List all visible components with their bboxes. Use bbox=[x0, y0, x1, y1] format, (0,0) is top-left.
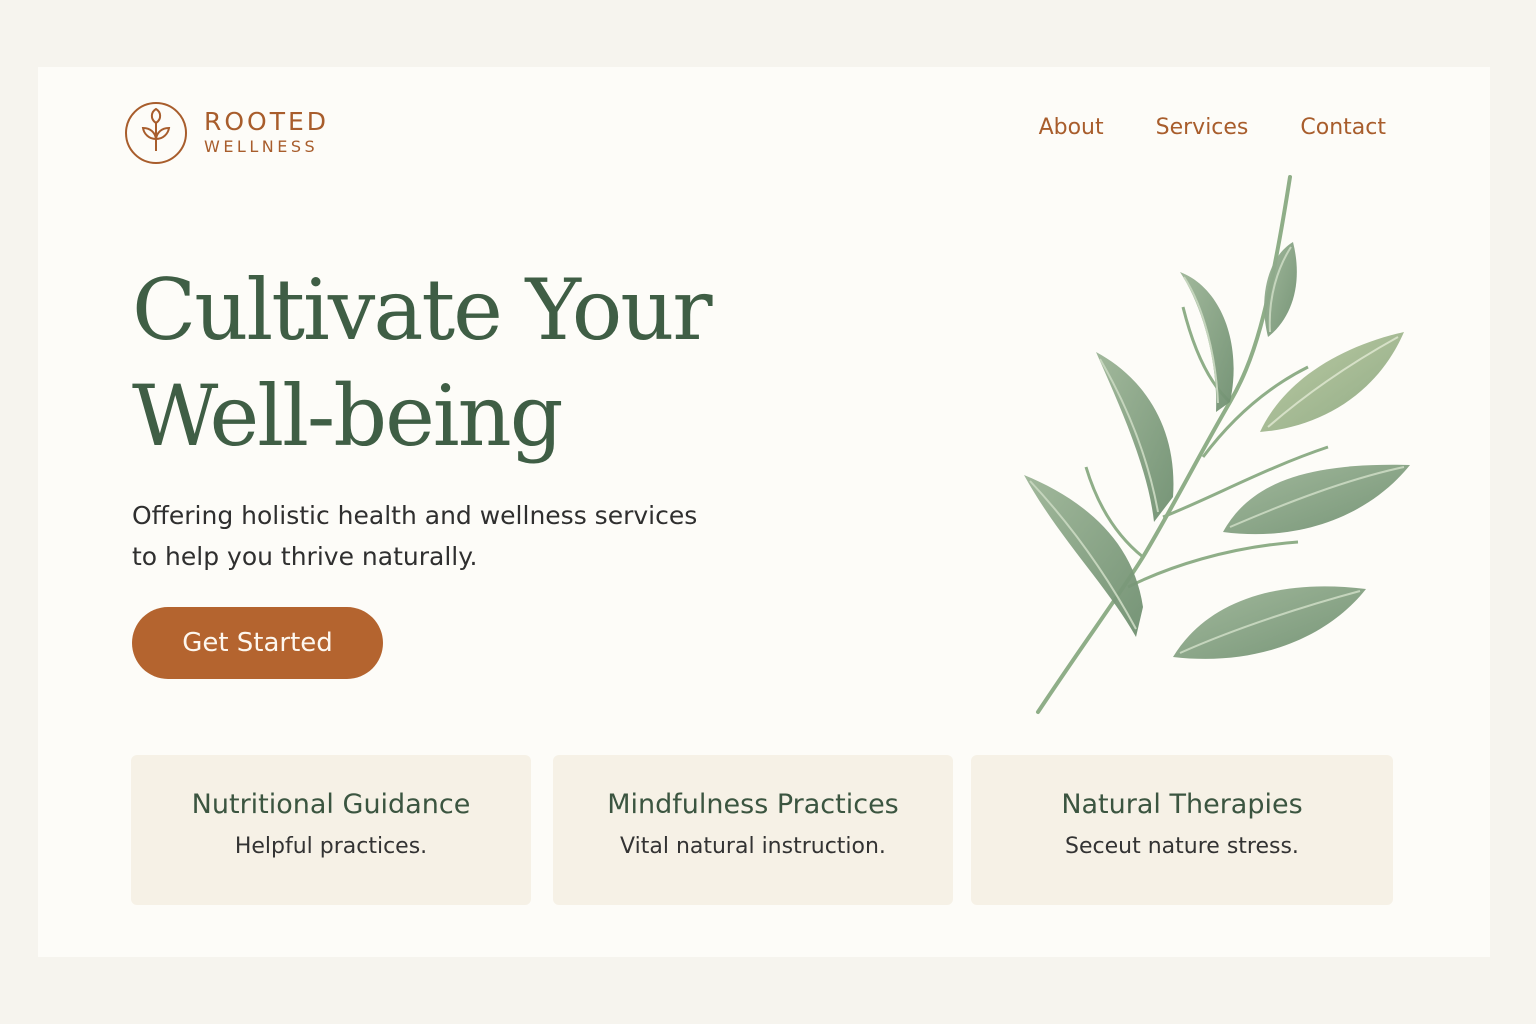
hero-subtitle: Offering holistic health and wellness se… bbox=[132, 495, 772, 577]
brand-name: ROOTED WELLNESS bbox=[204, 108, 329, 158]
service-card-description: Helpful practices. bbox=[234, 834, 428, 859]
service-card-natural-therapies[interactable]: Natural Therapies Seceut nature stress. bbox=[971, 755, 1393, 905]
hero-subtitle-line1: Offering holistic health and wellness se… bbox=[132, 501, 698, 530]
service-card-description: Seceut nature stress. bbox=[1065, 834, 1299, 859]
service-card-mindfulness-practices[interactable]: Mindfulness Practices Vital natural inst… bbox=[553, 755, 953, 905]
page: ROOTED WELLNESS About Services Contact C… bbox=[38, 67, 1490, 957]
sprout-icon bbox=[125, 102, 187, 164]
nav-services-link[interactable]: Services bbox=[1156, 115, 1249, 140]
leaf-branch-icon bbox=[1024, 175, 1410, 714]
service-card-title: Nutritional Guidance bbox=[191, 789, 471, 820]
hero-subtitle-line2: to help you thrive naturally. bbox=[132, 542, 478, 571]
service-card-nutritional-guidance[interactable]: Nutritional Guidance Helpful practices. bbox=[131, 755, 531, 905]
get-started-button[interactable]: Get Started bbox=[132, 607, 383, 679]
hero-title: Cultivate Your Well-being bbox=[132, 257, 713, 469]
service-card-title: Natural Therapies bbox=[1061, 789, 1303, 820]
service-card-description: Vital natural instruction. bbox=[620, 834, 886, 859]
nav-contact-link[interactable]: Contact bbox=[1300, 115, 1386, 140]
service-card-title: Mindfulness Practices bbox=[607, 789, 899, 820]
brand-logo[interactable]: ROOTED WELLNESS bbox=[124, 101, 329, 165]
brand-name-line1: ROOTED bbox=[204, 107, 330, 136]
nav-about-link[interactable]: About bbox=[1039, 115, 1104, 140]
hero-title-line2: Well-being bbox=[132, 367, 564, 465]
hero-title-line1: Cultivate Your bbox=[132, 261, 713, 359]
brand-name-line2: WELLNESS bbox=[204, 137, 319, 156]
main-nav: About Services Contact bbox=[1039, 115, 1386, 140]
